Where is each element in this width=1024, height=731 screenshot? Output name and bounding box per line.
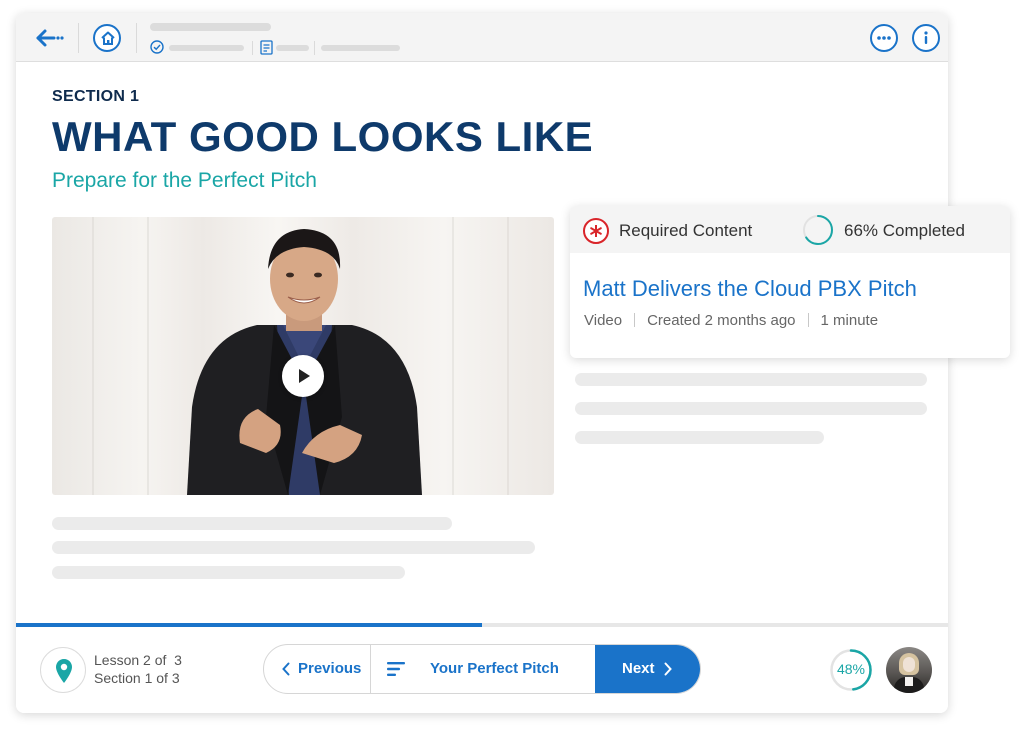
top-bar xyxy=(16,13,948,62)
next-label: Next xyxy=(622,660,655,677)
next-button[interactable]: Next xyxy=(595,645,700,693)
content-card[interactable]: Required Content 66% Completed Matt Deli… xyxy=(570,206,1010,358)
play-icon xyxy=(299,369,310,383)
arrow-left-icon xyxy=(36,29,64,47)
completion-ring-icon xyxy=(803,215,833,245)
progress-percent: 48% xyxy=(836,661,866,677)
content-title-link[interactable]: Matt Delivers the Cloud PBX Pitch xyxy=(583,276,917,302)
document-icon xyxy=(260,40,273,55)
breadcrumb-placeholder xyxy=(321,45,400,51)
avatar[interactable] xyxy=(886,647,932,693)
text-placeholder xyxy=(575,431,824,444)
toolbar-divider xyxy=(78,23,79,53)
text-placeholder xyxy=(52,541,535,554)
play-button[interactable] xyxy=(282,355,324,397)
previous-button[interactable]: Previous xyxy=(264,645,370,693)
content-duration: 1 minute xyxy=(820,312,879,329)
app-window: SECTION 1 WHAT GOOD LOOKS LIKE Prepare f… xyxy=(16,13,948,713)
lesson-position: Lesson 2 of 3 Section 1 of 3 xyxy=(94,651,182,687)
toolbar-divider xyxy=(252,41,253,55)
more-options-button[interactable] xyxy=(870,24,898,52)
text-placeholder xyxy=(52,517,452,530)
location-pin-icon xyxy=(56,659,72,683)
content-type: Video xyxy=(584,312,623,329)
breadcrumb-placeholder xyxy=(276,45,309,51)
text-placeholder xyxy=(52,566,405,579)
location-button[interactable] xyxy=(40,647,86,693)
toolbar-divider xyxy=(136,23,137,53)
home-icon xyxy=(101,31,115,45)
previous-label: Previous xyxy=(298,660,362,677)
avatar-image xyxy=(905,677,913,686)
breadcrumb-placeholder xyxy=(169,45,244,51)
content-meta: Video Created 2 months ago 1 minute xyxy=(584,312,878,329)
section-count: Section 1 of 3 xyxy=(94,670,180,686)
chevron-right-icon xyxy=(664,662,672,676)
lesson-navigation: Previous Your Perfect Pitch Next xyxy=(263,644,701,694)
lesson-menu-button[interactable]: Your Perfect Pitch xyxy=(371,645,595,693)
meta-divider xyxy=(807,313,809,327)
page-subtitle: Prepare for the Perfect Pitch xyxy=(52,169,317,192)
video-player[interactable] xyxy=(52,217,554,495)
required-content-label: Required Content xyxy=(619,221,753,240)
toolbar-divider xyxy=(314,41,315,55)
info-icon xyxy=(924,31,928,44)
ellipsis-icon xyxy=(877,36,891,40)
progress-ring: 48% xyxy=(829,648,873,692)
text-placeholder xyxy=(575,373,927,386)
info-button[interactable] xyxy=(912,24,940,52)
lesson-count: Lesson 2 of 3 xyxy=(94,652,182,668)
section-label: SECTION 1 xyxy=(52,88,140,105)
page-title: WHAT GOOD LOOKS LIKE xyxy=(52,113,594,160)
text-placeholder xyxy=(575,402,927,415)
card-header: Required Content 66% Completed xyxy=(570,206,1010,253)
avatar-image xyxy=(903,657,915,672)
asterisk-icon xyxy=(590,225,602,237)
chevron-left-icon xyxy=(282,662,290,676)
content-created: Created 2 months ago xyxy=(647,312,796,329)
home-button[interactable] xyxy=(93,24,121,52)
back-button[interactable] xyxy=(34,25,64,51)
list-menu-icon xyxy=(387,662,405,676)
lesson-menu-label: Your Perfect Pitch xyxy=(430,660,559,677)
breadcrumb-placeholder xyxy=(150,23,271,31)
footer-bar: Lesson 2 of 3 Section 1 of 3 Previous Yo… xyxy=(16,627,948,713)
completion-label: 66% Completed xyxy=(844,221,965,240)
required-icon xyxy=(583,218,609,244)
check-circle-icon xyxy=(150,40,164,54)
meta-divider xyxy=(634,313,636,327)
